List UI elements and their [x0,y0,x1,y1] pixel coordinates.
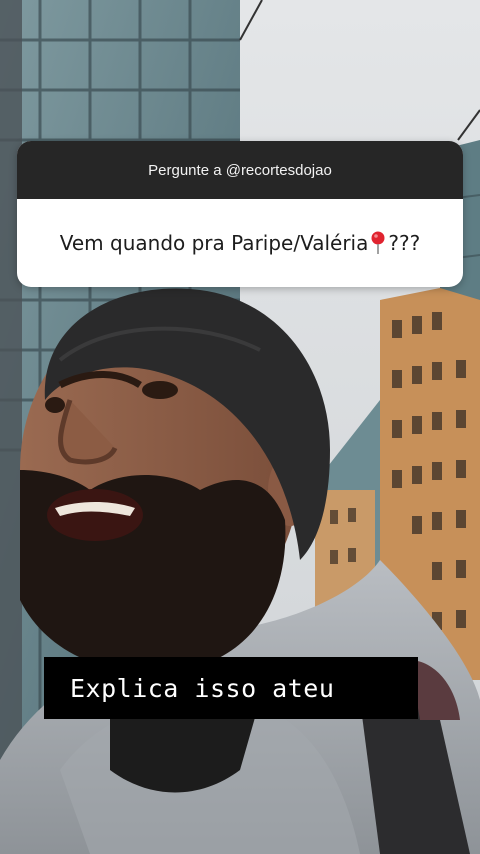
question-text-suffix: ??? [388,231,421,255]
video-frame: Pergunte a @recortesdojao Vem quando pra… [0,0,480,854]
background-photo [0,0,480,854]
question-sticker[interactable]: Pergunte a @recortesdojao Vem quando pra… [17,141,463,287]
question-text-main: Vem quando pra Paripe/Valéria [59,231,369,255]
question-sticker-text: Vem quando pra Paripe/Valéria ??? [17,199,463,287]
caption-text: Explica isso ateu [70,673,335,703]
round-pushpin-icon [370,231,386,255]
question-sticker-header: Pergunte a @recortesdojao [17,141,463,199]
caption-box: Explica isso ateu [44,657,418,719]
